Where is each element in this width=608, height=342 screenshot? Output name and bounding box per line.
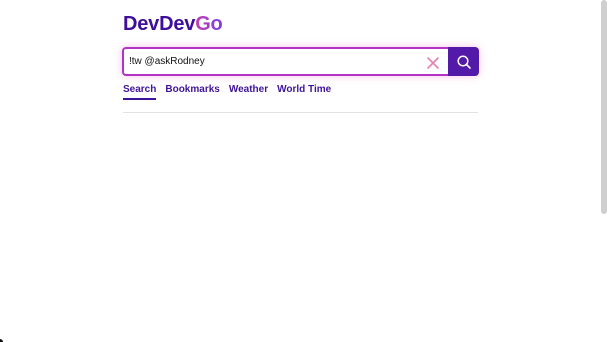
close-x-icon: [427, 57, 439, 69]
nav-tabs: Search Bookmarks Weather World Time: [123, 84, 331, 100]
search-input[interactable]: [129, 49, 419, 74]
clear-search-button[interactable]: [426, 56, 440, 70]
divider: [123, 112, 478, 113]
tab-bookmarks[interactable]: Bookmarks: [165, 84, 219, 100]
logo-go: Go: [195, 13, 223, 35]
logo[interactable]: DevDevGo: [123, 13, 223, 35]
search-bar: [122, 47, 479, 76]
page: DevDevGo Search Bookmarks Weather World …: [0, 0, 608, 342]
search-submit-button[interactable]: [448, 47, 479, 76]
scrollbar[interactable]: [601, 0, 607, 214]
search-box: [122, 47, 448, 76]
tab-world-time[interactable]: World Time: [277, 84, 331, 100]
tab-search[interactable]: Search: [123, 84, 157, 100]
magnifier-icon: [456, 54, 471, 69]
tab-weather[interactable]: Weather: [229, 84, 268, 100]
logo-devdev: DevDev: [123, 13, 196, 35]
